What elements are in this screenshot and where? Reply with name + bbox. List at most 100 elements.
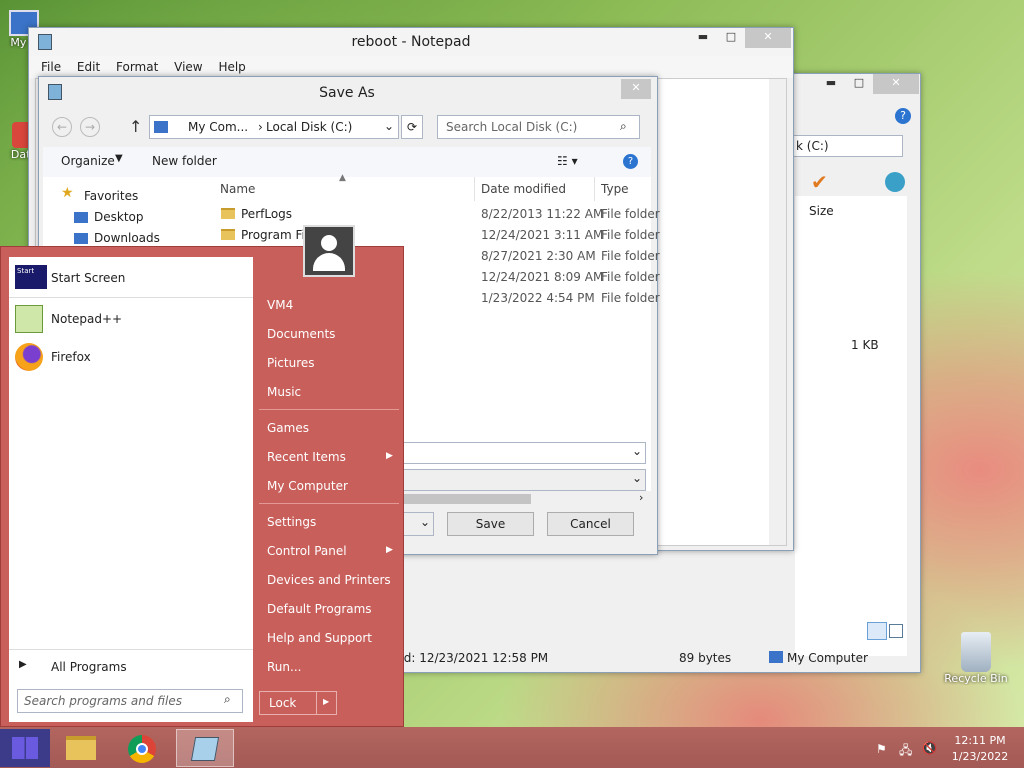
- lock-label: Lock: [269, 696, 297, 710]
- start-item-music[interactable]: Music: [267, 385, 301, 399]
- taskbar-chrome[interactable]: [116, 729, 166, 767]
- column-divider: [474, 177, 475, 201]
- file-name-field[interactable]: ⌄: [403, 442, 646, 464]
- start-item-help-support[interactable]: Help and Support: [267, 631, 372, 645]
- notepad-close-button[interactable]: ✕: [745, 28, 791, 48]
- notepad-menubar: File Edit Format View Help: [29, 56, 793, 78]
- chevron-down-icon[interactable]: ⌄: [420, 515, 430, 529]
- file-date: 8/22/2013 11:22 AM: [481, 207, 604, 221]
- divider: [9, 649, 253, 650]
- explorer-maximize-button[interactable]: □: [845, 74, 873, 94]
- encoding-dropdown[interactable]: ⌄: [403, 512, 434, 536]
- folder-icon: [66, 736, 96, 760]
- save-button[interactable]: Save: [447, 512, 534, 536]
- column-header-name[interactable]: Name: [220, 182, 255, 196]
- menu-edit[interactable]: Edit: [71, 56, 106, 78]
- start-item-pictures[interactable]: Pictures: [267, 356, 315, 370]
- back-button[interactable]: ←: [52, 117, 72, 137]
- menu-format[interactable]: Format: [110, 56, 164, 78]
- help-icon[interactable]: ?: [623, 154, 638, 169]
- lock-button[interactable]: Lock ▶: [259, 691, 337, 715]
- firefox-icon: [15, 343, 43, 371]
- start-search-placeholder: Search programs and files: [24, 694, 182, 708]
- size-value: 1 KB: [851, 338, 879, 352]
- search-icon: ⌕: [620, 119, 627, 133]
- all-programs-item[interactable]: ▶ All Programs: [13, 655, 249, 679]
- new-folder-button[interactable]: New folder: [152, 154, 217, 168]
- refresh-button[interactable]: ⟳: [401, 115, 423, 139]
- start-screen-item[interactable]: Start Start Screen: [13, 263, 249, 293]
- chevron-down-icon[interactable]: ⌄: [632, 471, 642, 485]
- explorer-minimize-button[interactable]: ▬: [817, 74, 845, 94]
- explorer-address-text: k (C:): [796, 139, 829, 153]
- view-large-icon[interactable]: [889, 624, 903, 638]
- organize-button[interactable]: Organize: [61, 154, 115, 168]
- start-search-input[interactable]: Search programs and files ⌕: [17, 689, 243, 713]
- file-date: 1/23/2022 4:54 PM: [481, 291, 595, 305]
- start-button[interactable]: [0, 729, 50, 767]
- start-item-games[interactable]: Games: [267, 421, 309, 435]
- nav-favorites[interactable]: Favorites: [84, 189, 138, 203]
- notepad-titlebar[interactable]: reboot - Notepad ▬ □ ✕: [29, 28, 793, 58]
- explorer-close-button[interactable]: ✕: [873, 74, 919, 94]
- explorer-help-icon[interactable]: ?: [895, 108, 911, 124]
- start-item-run[interactable]: Run...: [267, 660, 301, 674]
- cancel-button[interactable]: Cancel: [547, 512, 634, 536]
- menu-file[interactable]: File: [35, 56, 67, 78]
- notepadpp-item[interactable]: Notepad++: [13, 303, 249, 335]
- taskbar-notepad[interactable]: [176, 729, 234, 767]
- toolbar-globe-icon[interactable]: [885, 172, 905, 192]
- explorer-search-field[interactable]: k (C:): [791, 135, 903, 157]
- start-item-documents[interactable]: Documents: [267, 327, 335, 341]
- save-as-commandbar: Organize ▼ New folder ☷ ▾ ?: [43, 147, 651, 177]
- address-bar[interactable]: My Com... › Local Disk (C:) ⌄: [149, 115, 399, 139]
- chevron-down-icon[interactable]: ⌄: [384, 119, 394, 133]
- view-options-icon[interactable]: ☷ ▾: [557, 154, 578, 168]
- network-icon[interactable]: 🖧: [899, 741, 912, 762]
- breadcrumb-my-computer[interactable]: My Com...: [188, 120, 248, 134]
- scrollbar-thumb[interactable]: [403, 494, 531, 504]
- start-item-control-panel[interactable]: Control Panel: [267, 544, 347, 558]
- notepad-scrollbar[interactable]: [769, 79, 786, 545]
- search-input[interactable]: Search Local Disk (C:) ⌕: [437, 115, 640, 139]
- start-item-recent-items[interactable]: Recent Items: [267, 450, 346, 464]
- save-as-title: Save As: [319, 85, 375, 101]
- menu-help[interactable]: Help: [212, 56, 251, 78]
- lock-divider: [316, 692, 317, 714]
- clock[interactable]: 12:11 PM 1/23/2022: [948, 733, 1012, 765]
- breadcrumb-local-disk[interactable]: Local Disk (C:): [266, 120, 352, 134]
- scroll-right-icon[interactable]: ›: [639, 491, 643, 504]
- forward-button[interactable]: →: [80, 117, 100, 137]
- firefox-item[interactable]: Firefox: [13, 341, 249, 373]
- save-as-close-button[interactable]: ✕: [621, 79, 651, 99]
- start-item-vm4[interactable]: VM4: [267, 298, 293, 312]
- triangle-right-icon: ▶: [19, 659, 27, 670]
- search-placeholder: Search Local Disk (C:): [446, 120, 578, 134]
- toolbar-check-icon[interactable]: ✔: [811, 170, 828, 194]
- start-menu: Start Start Screen Notepad++ Firefox ▶ A…: [0, 225, 404, 727]
- notepad-minimize-button[interactable]: ▬: [689, 28, 717, 48]
- taskbar-file-explorer[interactable]: [56, 729, 106, 767]
- file-type: File folder: [601, 249, 660, 263]
- start-item-default-programs[interactable]: Default Programs: [267, 602, 372, 616]
- lock-options-arrow-icon[interactable]: ▶: [323, 697, 329, 706]
- action-center-flag-icon[interactable]: ⚑: [876, 742, 887, 756]
- organize-chevron-icon: ▼: [115, 153, 123, 164]
- column-header-date[interactable]: Date modified: [481, 182, 566, 196]
- start-item-my-computer[interactable]: My Computer: [267, 479, 348, 493]
- clock-time: 12:11 PM: [954, 734, 1006, 747]
- volume-muted-icon[interactable]: 🔇: [922, 741, 937, 755]
- notepad-maximize-button[interactable]: □: [717, 28, 745, 48]
- user-avatar[interactable]: [303, 225, 355, 277]
- desktop-icon-recycle-bin[interactable]: Recycle Bin: [942, 632, 1010, 685]
- view-details-icon[interactable]: [867, 622, 887, 640]
- start-item-devices-printers[interactable]: Devices and Printers: [267, 573, 391, 587]
- menu-view[interactable]: View: [168, 56, 208, 78]
- start-item-settings[interactable]: Settings: [267, 515, 316, 529]
- column-header-type[interactable]: Type: [601, 182, 629, 196]
- up-button[interactable]: ↑: [129, 117, 142, 136]
- chrome-icon-center: [136, 743, 148, 755]
- save-as-type-field[interactable]: ⌄: [403, 469, 646, 491]
- chevron-down-icon[interactable]: ⌄: [632, 444, 642, 458]
- horizontal-scrollbar[interactable]: ›: [403, 491, 651, 507]
